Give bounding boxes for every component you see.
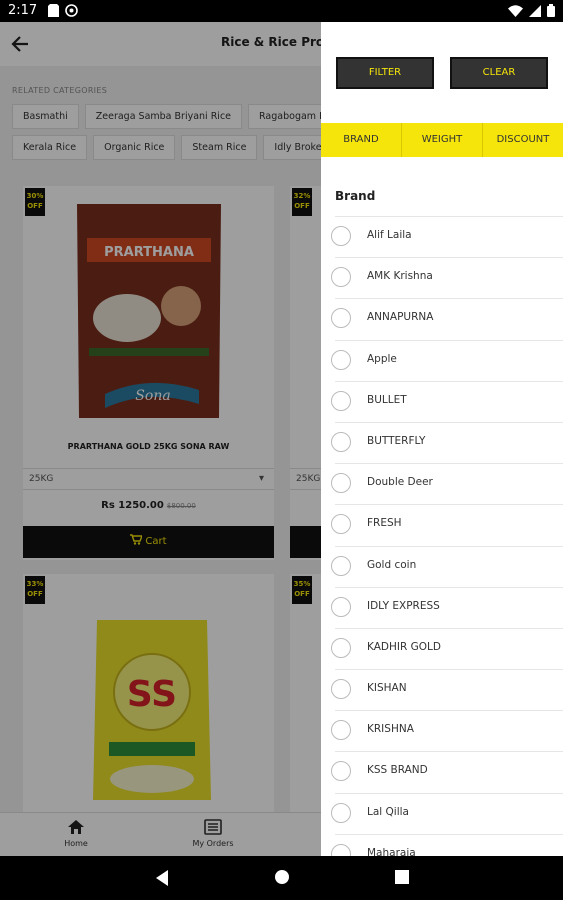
brand-option[interactable]: AMK Krishna — [331, 257, 563, 298]
brand-option[interactable]: KRISHNA — [331, 710, 563, 751]
wifi-icon — [508, 4, 523, 17]
radio-button[interactable] — [331, 596, 351, 617]
brand-option[interactable]: ANNAPURNA — [331, 298, 563, 339]
brand-list: Alif Laila AMK Krishna ANNAPURNA Apple B… — [321, 216, 563, 856]
system-home-icon[interactable] — [274, 869, 290, 885]
brand-option[interactable]: BULLET — [331, 380, 563, 422]
status-bar: 2:17 — [0, 0, 563, 22]
radio-button[interactable] — [331, 267, 351, 288]
tab-brand[interactable]: BRAND — [321, 123, 402, 157]
filter-tabs: BRAND WEIGHT DISCOUNT — [321, 123, 563, 157]
radio-button[interactable] — [331, 555, 351, 576]
radio-button[interactable] — [331, 514, 351, 535]
radio-button[interactable] — [331, 679, 351, 700]
brand-option[interactable]: KISHAN — [331, 669, 563, 710]
tab-discount[interactable]: DISCOUNT — [483, 123, 563, 157]
sync-icon — [65, 4, 78, 17]
radio-button[interactable] — [331, 720, 351, 741]
brand-option[interactable]: BUTTERFLY — [331, 421, 563, 463]
app-screen: Rice & Rice Products RELATED CATEGORIES … — [0, 22, 563, 856]
brand-option[interactable]: IDLY EXPRESS — [331, 586, 563, 628]
battery-icon — [547, 4, 555, 17]
system-recents-icon[interactable] — [394, 869, 410, 885]
radio-button[interactable] — [331, 761, 351, 782]
brand-heading: Brand — [335, 189, 376, 203]
radio-button[interactable] — [331, 308, 351, 329]
radio-button[interactable] — [331, 637, 351, 658]
radio-button[interactable] — [331, 390, 351, 411]
clear-button[interactable]: CLEAR — [450, 57, 548, 89]
brand-option[interactable]: FRESH — [331, 504, 563, 545]
sd-card-icon — [48, 4, 59, 17]
radio-button[interactable] — [331, 802, 351, 823]
brand-option[interactable]: KADHIR GOLD — [331, 627, 563, 669]
brand-option[interactable]: Lal Qilla — [331, 792, 563, 834]
status-time: 2:17 — [8, 3, 38, 18]
radio-button[interactable] — [331, 431, 351, 452]
system-back-icon[interactable] — [154, 869, 170, 887]
radio-button[interactable] — [331, 473, 351, 494]
system-navigation-bar — [0, 856, 563, 900]
brand-option[interactable]: Gold coin — [331, 545, 563, 587]
brand-option[interactable]: KSS BRAND — [331, 751, 563, 792]
signal-icon — [529, 4, 541, 17]
tab-weight[interactable]: WEIGHT — [402, 123, 483, 157]
brand-option[interactable]: Double Deer — [331, 463, 563, 504]
radio-button[interactable] — [331, 349, 351, 370]
radio-button[interactable] — [331, 226, 351, 246]
filter-drawer: FILTER CLEAR BRAND WEIGHT DISCOUNT Brand… — [321, 22, 563, 856]
radio-button[interactable] — [331, 843, 351, 856]
filter-button[interactable]: FILTER — [336, 57, 434, 89]
brand-option[interactable]: Apple — [331, 339, 563, 381]
brand-option[interactable]: Maharaja — [331, 833, 563, 856]
brand-option[interactable]: Alif Laila — [331, 216, 563, 257]
